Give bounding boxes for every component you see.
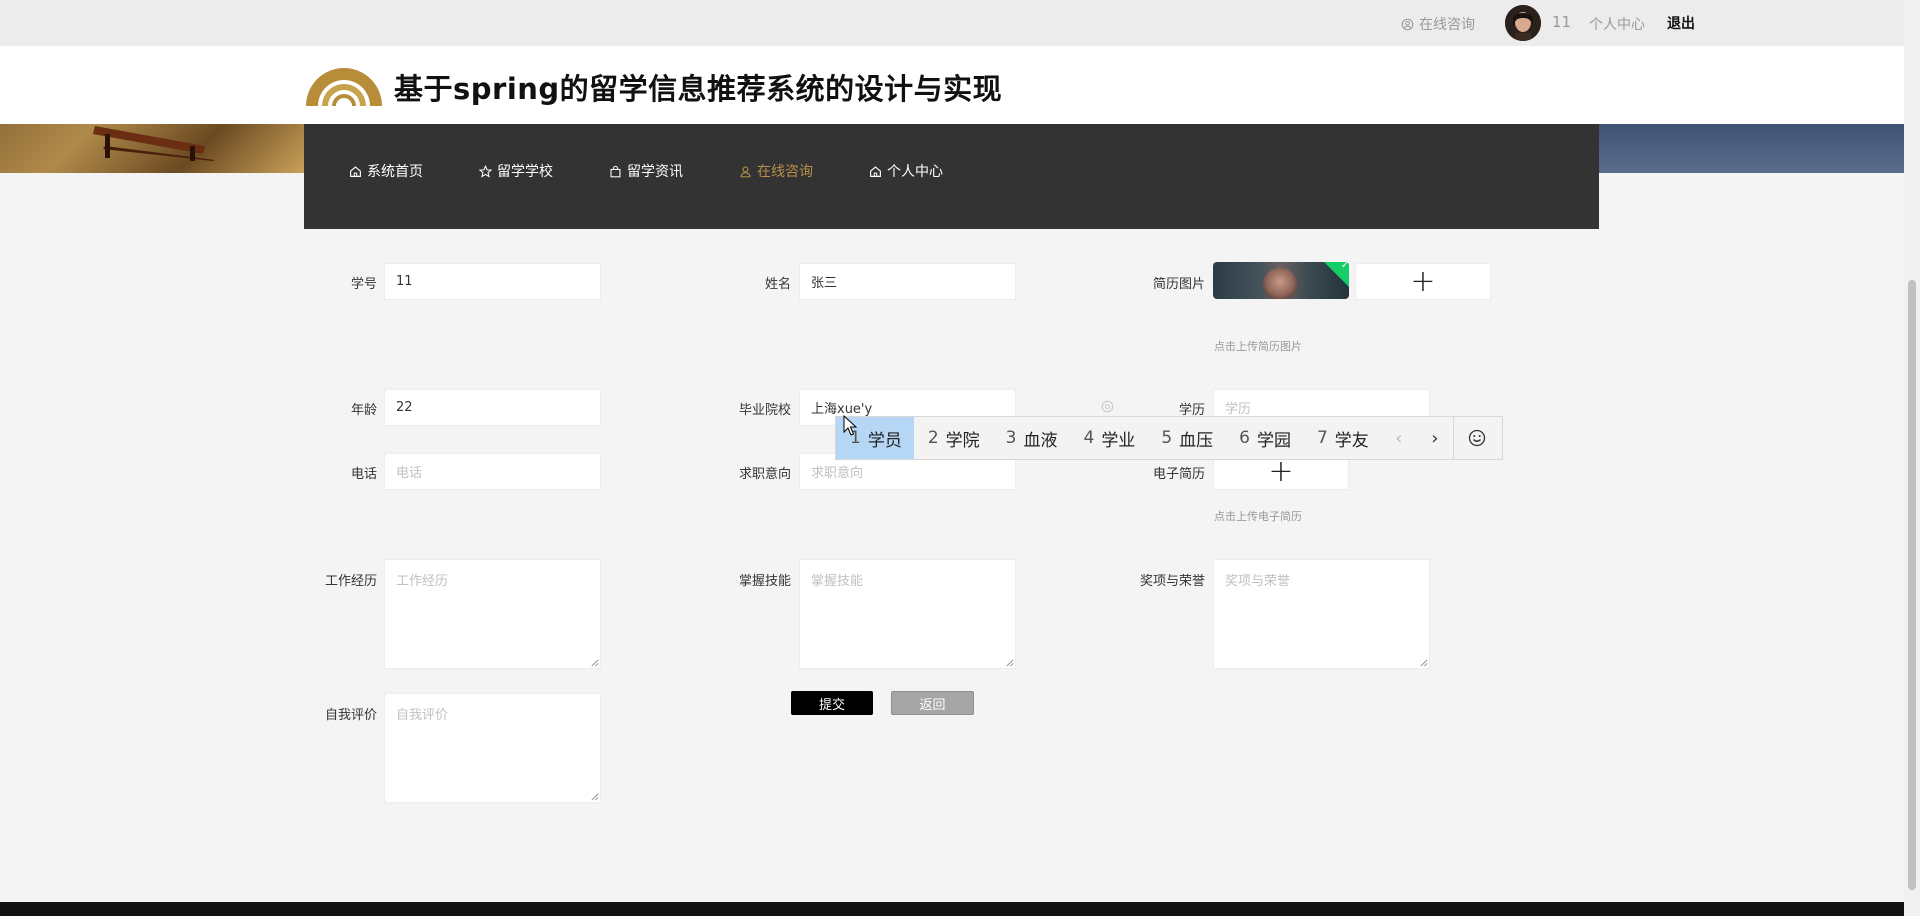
resume-file-label: 电子简历 [1152,467,1205,482]
home-icon [350,165,361,177]
nav-item-label: 系统首页 [367,164,423,180]
resume-image-hint: 点击上传简历图片 [1214,340,1302,353]
resize-handle-icon[interactable] [1005,658,1014,667]
ime-candidate[interactable]: 4 学业 [1069,417,1147,459]
clear-circle-icon[interactable] [1101,400,1114,413]
ime-candidate-text: 学院 [945,430,980,451]
ime-candidate-text: 血液 [1023,430,1058,451]
nav-item-label: 个人中心 [887,164,943,180]
phone-field[interactable]: 电话 [384,453,601,490]
mouse-cursor-icon [843,415,857,436]
nav-item-label: 在线咨询 [757,164,813,180]
nav-item-label: 留学资讯 [627,164,683,180]
awards-label: 奖项与荣誉 [1139,574,1205,589]
top-consult-label: 在线咨询 [1419,17,1475,33]
ime-candidate-text: 学业 [1101,430,1136,451]
bag-icon [610,165,621,177]
avatar[interactable] [1505,5,1541,41]
age-field[interactable]: 22 [384,389,601,426]
ime-next-page-icon[interactable]: › [1417,417,1453,459]
nav-item-schools[interactable]: 留学学校 [479,161,553,181]
emoji-icon[interactable] [1452,417,1501,459]
main-nav: 系统首页 留学学校 留学资讯 在线咨询 个人中心 [304,124,1599,229]
resume-image-thumbnail[interactable]: ✓ [1213,262,1349,299]
skills-placeholder: 掌握技能 [811,574,864,589]
resize-handle-icon[interactable] [1419,658,1428,667]
plus-icon: + [1410,263,1436,299]
ime-candidate-number: 3 [1005,428,1017,448]
resume-image-label: 简历图片 [1152,277,1205,292]
nav-item-consult[interactable]: 在线咨询 [739,161,813,181]
resume-file-hint: 点击上传电子简历 [1214,510,1302,523]
ime-candidate-text: 学园 [1256,430,1291,451]
ime-candidate[interactable]: 7 学友 [1303,417,1381,459]
thumbnail-face [1263,268,1297,299]
resize-handle-icon[interactable] [590,792,599,801]
logout-link[interactable]: 退出 [1667,13,1695,33]
ime-candidate-number: 5 [1161,428,1173,448]
self-evaluation-textarea[interactable]: 自我评价 [384,693,601,803]
ime-candidate-text: 学员 [867,430,902,451]
resume-image-upload-button[interactable]: + [1355,263,1491,300]
work-experience-placeholder: 工作经历 [396,574,449,589]
top-personal-center-link[interactable]: 个人中心 [1589,14,1645,34]
site-title: 基于spring的留学信息推荐系统的设计与实现 [394,72,1003,106]
check-icon: ✓ [1340,262,1349,271]
footer [0,902,1904,916]
name-field[interactable]: 张三 [799,263,1016,300]
site-header: 基于spring的留学信息推荐系统的设计与实现 [0,46,1904,124]
ime-candidate-number: 7 [1316,428,1328,448]
ime-candidate[interactable]: 3 血液 [992,417,1070,459]
resize-handle-icon[interactable] [590,658,599,667]
skills-label: 掌握技能 [738,574,791,589]
top-consult-link[interactable]: 在线咨询 [1401,14,1475,34]
ime-candidate-text: 学友 [1334,430,1369,451]
top-bar: 在线咨询 11 个人中心 退出 [0,0,1904,46]
logo-icon [306,68,382,106]
self-evaluation-placeholder: 自我评价 [396,708,449,723]
phone-label: 电话 [350,467,377,482]
age-label: 年龄 [350,403,377,418]
self-evaluation-label: 自我评价 [324,708,377,723]
uploaded-check-badge: ✓ [1323,262,1349,290]
ime-candidate-bar: 1 学员 2 学院 3 血液 4 学业 5 血压 6 学园 7 学友 ‹ › [835,416,1503,460]
awards-textarea[interactable]: 奖项与荣誉 [1213,559,1430,669]
ime-prev-page-icon[interactable]: ‹ [1381,417,1417,459]
home-icon [870,165,881,177]
user-circle-icon [1401,18,1414,30]
school-label: 毕业院校 [738,403,791,418]
work-experience-label: 工作经历 [324,574,377,589]
work-experience-textarea[interactable]: 工作经历 [384,559,601,669]
skills-textarea[interactable]: 掌握技能 [799,559,1016,669]
name-label: 姓名 [764,277,791,292]
ime-candidate[interactable]: 2 学院 [914,417,992,459]
page-scrollbar[interactable] [1904,0,1920,916]
nav-item-label: 留学学校 [497,164,553,180]
plus-icon: + [1268,453,1294,489]
student-id-label: 学号 [350,277,377,292]
user-icon [740,166,751,177]
ime-candidate-number: 6 [1239,428,1250,448]
ime-candidate[interactable]: 6 学园 [1225,417,1303,459]
ime-candidate[interactable]: 5 血压 [1147,417,1225,459]
back-button[interactable]: 返回 [891,691,974,715]
awards-placeholder: 奖项与荣誉 [1225,574,1291,589]
ime-candidate-text: 血压 [1179,430,1214,451]
student-id-field[interactable]: 11 [384,263,601,300]
star-icon [479,164,492,178]
nav-item-news[interactable]: 留学资讯 [609,161,683,181]
ime-candidate-number: 2 [927,428,939,448]
ime-candidate-number: 4 [1083,428,1095,448]
nav-item-personal-center[interactable]: 个人中心 [869,161,943,181]
scrollbar-thumb[interactable] [1908,280,1916,890]
submit-button[interactable]: 提交 [791,691,873,715]
top-user-name: 11 [1552,13,1572,31]
job-intent-label: 求职意向 [738,467,791,482]
nav-item-home[interactable]: 系统首页 [349,161,423,181]
